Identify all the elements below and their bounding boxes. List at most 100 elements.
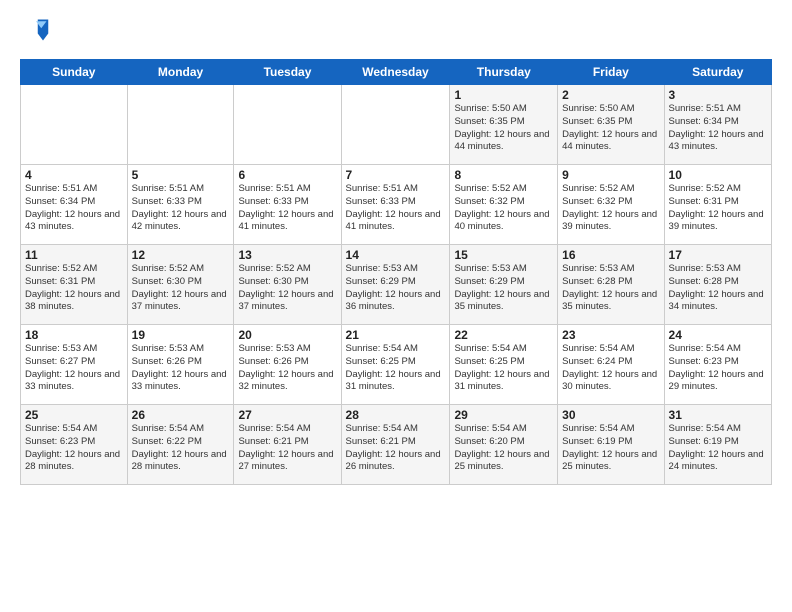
day-info: Sunrise: 5:54 AM Sunset: 6:21 PM Dayligh… — [346, 423, 446, 474]
day-info: Sunrise: 5:51 AM Sunset: 6:33 PM Dayligh… — [238, 183, 336, 234]
calendar-cell: 8Sunrise: 5:52 AM Sunset: 6:32 PM Daylig… — [450, 165, 558, 245]
day-number: 10 — [669, 168, 767, 182]
day-number: 24 — [669, 328, 767, 342]
calendar-cell — [341, 85, 450, 165]
calendar-cell: 31Sunrise: 5:54 AM Sunset: 6:19 PM Dayli… — [664, 405, 771, 485]
calendar-cell: 16Sunrise: 5:53 AM Sunset: 6:28 PM Dayli… — [558, 245, 664, 325]
calendar-week-row: 11Sunrise: 5:52 AM Sunset: 6:31 PM Dayli… — [21, 245, 772, 325]
calendar-cell: 5Sunrise: 5:51 AM Sunset: 6:33 PM Daylig… — [127, 165, 234, 245]
day-info: Sunrise: 5:54 AM Sunset: 6:22 PM Dayligh… — [132, 423, 230, 474]
weekday-header-saturday: Saturday — [664, 60, 771, 85]
day-info: Sunrise: 5:51 AM Sunset: 6:33 PM Dayligh… — [346, 183, 446, 234]
day-info: Sunrise: 5:54 AM Sunset: 6:19 PM Dayligh… — [669, 423, 767, 474]
day-info: Sunrise: 5:53 AM Sunset: 6:26 PM Dayligh… — [132, 343, 230, 394]
day-info: Sunrise: 5:53 AM Sunset: 6:27 PM Dayligh… — [25, 343, 123, 394]
calendar-week-row: 4Sunrise: 5:51 AM Sunset: 6:34 PM Daylig… — [21, 165, 772, 245]
day-number: 7 — [346, 168, 446, 182]
calendar-cell: 7Sunrise: 5:51 AM Sunset: 6:33 PM Daylig… — [341, 165, 450, 245]
calendar-cell: 24Sunrise: 5:54 AM Sunset: 6:23 PM Dayli… — [664, 325, 771, 405]
calendar-week-row: 18Sunrise: 5:53 AM Sunset: 6:27 PM Dayli… — [21, 325, 772, 405]
day-number: 19 — [132, 328, 230, 342]
day-info: Sunrise: 5:54 AM Sunset: 6:20 PM Dayligh… — [454, 423, 553, 474]
weekday-header-wednesday: Wednesday — [341, 60, 450, 85]
day-number: 15 — [454, 248, 553, 262]
day-number: 23 — [562, 328, 659, 342]
day-info: Sunrise: 5:53 AM Sunset: 6:26 PM Dayligh… — [238, 343, 336, 394]
day-info: Sunrise: 5:52 AM Sunset: 6:31 PM Dayligh… — [25, 263, 123, 314]
day-info: Sunrise: 5:54 AM Sunset: 6:25 PM Dayligh… — [346, 343, 446, 394]
day-info: Sunrise: 5:53 AM Sunset: 6:29 PM Dayligh… — [346, 263, 446, 314]
day-number: 27 — [238, 408, 336, 422]
day-info: Sunrise: 5:53 AM Sunset: 6:28 PM Dayligh… — [562, 263, 659, 314]
calendar-cell: 2Sunrise: 5:50 AM Sunset: 6:35 PM Daylig… — [558, 85, 664, 165]
page: SundayMondayTuesdayWednesdayThursdayFrid… — [0, 0, 792, 495]
calendar-week-row: 25Sunrise: 5:54 AM Sunset: 6:23 PM Dayli… — [21, 405, 772, 485]
day-number: 22 — [454, 328, 553, 342]
day-number: 2 — [562, 88, 659, 102]
day-number: 25 — [25, 408, 123, 422]
day-info: Sunrise: 5:54 AM Sunset: 6:23 PM Dayligh… — [25, 423, 123, 474]
calendar-cell: 1Sunrise: 5:50 AM Sunset: 6:35 PM Daylig… — [450, 85, 558, 165]
day-info: Sunrise: 5:54 AM Sunset: 6:21 PM Dayligh… — [238, 423, 336, 474]
calendar-cell — [234, 85, 341, 165]
calendar-cell: 22Sunrise: 5:54 AM Sunset: 6:25 PM Dayli… — [450, 325, 558, 405]
day-info: Sunrise: 5:52 AM Sunset: 6:30 PM Dayligh… — [238, 263, 336, 314]
calendar-cell: 30Sunrise: 5:54 AM Sunset: 6:19 PM Dayli… — [558, 405, 664, 485]
calendar-cell: 25Sunrise: 5:54 AM Sunset: 6:23 PM Dayli… — [21, 405, 128, 485]
calendar-cell: 23Sunrise: 5:54 AM Sunset: 6:24 PM Dayli… — [558, 325, 664, 405]
day-number: 31 — [669, 408, 767, 422]
calendar-cell: 21Sunrise: 5:54 AM Sunset: 6:25 PM Dayli… — [341, 325, 450, 405]
day-info: Sunrise: 5:52 AM Sunset: 6:32 PM Dayligh… — [454, 183, 553, 234]
weekday-header-thursday: Thursday — [450, 60, 558, 85]
day-number: 26 — [132, 408, 230, 422]
weekday-header-tuesday: Tuesday — [234, 60, 341, 85]
weekday-header-friday: Friday — [558, 60, 664, 85]
day-info: Sunrise: 5:51 AM Sunset: 6:34 PM Dayligh… — [669, 103, 767, 154]
calendar-cell: 4Sunrise: 5:51 AM Sunset: 6:34 PM Daylig… — [21, 165, 128, 245]
day-number: 12 — [132, 248, 230, 262]
day-info: Sunrise: 5:54 AM Sunset: 6:23 PM Dayligh… — [669, 343, 767, 394]
day-number: 13 — [238, 248, 336, 262]
calendar-cell: 17Sunrise: 5:53 AM Sunset: 6:28 PM Dayli… — [664, 245, 771, 325]
calendar-cell: 3Sunrise: 5:51 AM Sunset: 6:34 PM Daylig… — [664, 85, 771, 165]
header — [20, 16, 772, 49]
calendar-cell: 28Sunrise: 5:54 AM Sunset: 6:21 PM Dayli… — [341, 405, 450, 485]
day-info: Sunrise: 5:53 AM Sunset: 6:28 PM Dayligh… — [669, 263, 767, 314]
day-number: 30 — [562, 408, 659, 422]
calendar-cell: 26Sunrise: 5:54 AM Sunset: 6:22 PM Dayli… — [127, 405, 234, 485]
day-number: 17 — [669, 248, 767, 262]
calendar-cell: 18Sunrise: 5:53 AM Sunset: 6:27 PM Dayli… — [21, 325, 128, 405]
day-number: 18 — [25, 328, 123, 342]
day-number: 8 — [454, 168, 553, 182]
calendar-cell: 12Sunrise: 5:52 AM Sunset: 6:30 PM Dayli… — [127, 245, 234, 325]
calendar-week-row: 1Sunrise: 5:50 AM Sunset: 6:35 PM Daylig… — [21, 85, 772, 165]
calendar-cell: 6Sunrise: 5:51 AM Sunset: 6:33 PM Daylig… — [234, 165, 341, 245]
calendar-cell: 10Sunrise: 5:52 AM Sunset: 6:31 PM Dayli… — [664, 165, 771, 245]
calendar-cell: 20Sunrise: 5:53 AM Sunset: 6:26 PM Dayli… — [234, 325, 341, 405]
weekday-header-sunday: Sunday — [21, 60, 128, 85]
day-info: Sunrise: 5:52 AM Sunset: 6:30 PM Dayligh… — [132, 263, 230, 314]
day-info: Sunrise: 5:52 AM Sunset: 6:32 PM Dayligh… — [562, 183, 659, 234]
day-number: 16 — [562, 248, 659, 262]
calendar-cell — [127, 85, 234, 165]
day-info: Sunrise: 5:51 AM Sunset: 6:33 PM Dayligh… — [132, 183, 230, 234]
calendar-cell: 14Sunrise: 5:53 AM Sunset: 6:29 PM Dayli… — [341, 245, 450, 325]
calendar-table: SundayMondayTuesdayWednesdayThursdayFrid… — [20, 59, 772, 485]
day-info: Sunrise: 5:52 AM Sunset: 6:31 PM Dayligh… — [669, 183, 767, 234]
day-number: 1 — [454, 88, 553, 102]
calendar-cell: 9Sunrise: 5:52 AM Sunset: 6:32 PM Daylig… — [558, 165, 664, 245]
day-number: 21 — [346, 328, 446, 342]
day-info: Sunrise: 5:54 AM Sunset: 6:19 PM Dayligh… — [562, 423, 659, 474]
day-number: 20 — [238, 328, 336, 342]
day-info: Sunrise: 5:54 AM Sunset: 6:25 PM Dayligh… — [454, 343, 553, 394]
calendar-cell: 13Sunrise: 5:52 AM Sunset: 6:30 PM Dayli… — [234, 245, 341, 325]
logo — [20, 16, 54, 49]
day-number: 5 — [132, 168, 230, 182]
day-number: 6 — [238, 168, 336, 182]
weekday-header-monday: Monday — [127, 60, 234, 85]
day-number: 29 — [454, 408, 553, 422]
calendar-cell: 15Sunrise: 5:53 AM Sunset: 6:29 PM Dayli… — [450, 245, 558, 325]
day-info: Sunrise: 5:51 AM Sunset: 6:34 PM Dayligh… — [25, 183, 123, 234]
calendar-cell: 11Sunrise: 5:52 AM Sunset: 6:31 PM Dayli… — [21, 245, 128, 325]
calendar-cell — [21, 85, 128, 165]
